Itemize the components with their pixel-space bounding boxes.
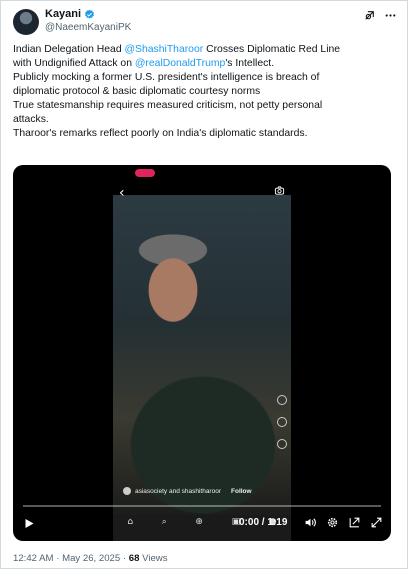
progress-bar[interactable]: [23, 505, 381, 507]
tweet-card: Kayani @NaeemKayaniPK Indian Delegation …: [0, 0, 408, 569]
tweet-line: True statesmanship requires measured cri…: [13, 100, 323, 111]
back-arrow-icon: ‹: [119, 185, 125, 201]
more-icon[interactable]: [384, 9, 397, 22]
video-frame: ‹ asiasociety and shashitharoor Follow ⌂…: [113, 165, 291, 541]
tweet-line: Publicly mocking a former U.S. president…: [13, 72, 320, 83]
tweet-text: Indian Delegation Head @ShashiTharoor Cr…: [13, 43, 399, 141]
comment-icon: [277, 417, 287, 427]
meta-separator: ·: [120, 553, 129, 564]
like-icon: [277, 395, 287, 405]
tweet-line: attacks.: [13, 114, 49, 125]
text-segment: Indian Delegation Head: [13, 44, 125, 55]
author-handle[interactable]: @NaeemKayaniPK: [45, 21, 363, 34]
meta-separator: ·: [53, 553, 63, 564]
tweet-line: Tharoor's remarks reflect poorly on Indi…: [13, 128, 308, 139]
current-time: 0:00: [239, 517, 260, 528]
tweet-line: with Undignified Attack on @realDonaldTr…: [13, 57, 399, 71]
text-segment: 's Intellect.: [225, 58, 275, 69]
avatar[interactable]: [13, 9, 39, 35]
header-actions: [363, 9, 397, 22]
tweet-header: Kayani @NaeemKayaniPK: [13, 7, 397, 41]
play-icon[interactable]: [23, 517, 35, 530]
reel-side-actions: [277, 395, 287, 449]
verified-icon: [85, 9, 95, 18]
display-name-row: Kayani: [45, 7, 363, 21]
text-segment: with Undignified Attack on: [13, 58, 135, 69]
settings-icon[interactable]: [326, 516, 339, 529]
mention-link[interactable]: @ShashiTharoor: [125, 44, 204, 55]
video-scene: [113, 195, 291, 515]
display-name[interactable]: Kayani: [45, 7, 81, 21]
views-count: 68: [128, 553, 140, 564]
volume-icon[interactable]: [304, 516, 317, 529]
author-names: Kayani @NaeemKayaniPK: [45, 7, 363, 34]
mention-link[interactable]: @realDonaldTrump: [135, 58, 225, 69]
reel-caption: asiasociety and shashitharoor Follow: [123, 487, 252, 495]
phone-status-bar: [113, 165, 291, 195]
grok-icon[interactable]: [363, 9, 376, 22]
control-icons: [304, 516, 383, 529]
duration: 1:19: [267, 517, 288, 528]
reel-account: asiasociety and shashitharoor: [135, 487, 221, 495]
tweet-line: diplomatic protocol & basic diplomatic c…: [13, 86, 261, 97]
tweet-line: Indian Delegation Head @ShashiTharoor Cr…: [13, 43, 399, 57]
recording-indicator: [135, 169, 155, 177]
video-player[interactable]: ‹ asiasociety and shashitharoor Follow ⌂…: [13, 165, 391, 541]
tweet-time[interactable]: 12:42 AM: [13, 553, 54, 564]
video-time: 0:00 / 1:19: [239, 517, 287, 528]
reel-avatar: [123, 487, 131, 495]
fullscreen-icon[interactable]: [370, 516, 383, 529]
reel-follow: Follow: [231, 487, 252, 495]
tweet-meta: 12:42 AM · May 26, 2025 · 68 Views: [13, 553, 168, 564]
views-label: Views: [139, 553, 168, 564]
pip-icon[interactable]: [348, 516, 361, 529]
text-segment: Crosses Diplomatic Red Line: [203, 44, 341, 55]
camera-icon: [274, 186, 285, 195]
share-icon: [277, 439, 287, 449]
video-controls: 0:00 / 1:19: [13, 501, 391, 541]
tweet-date[interactable]: May 26, 2025: [62, 553, 120, 564]
